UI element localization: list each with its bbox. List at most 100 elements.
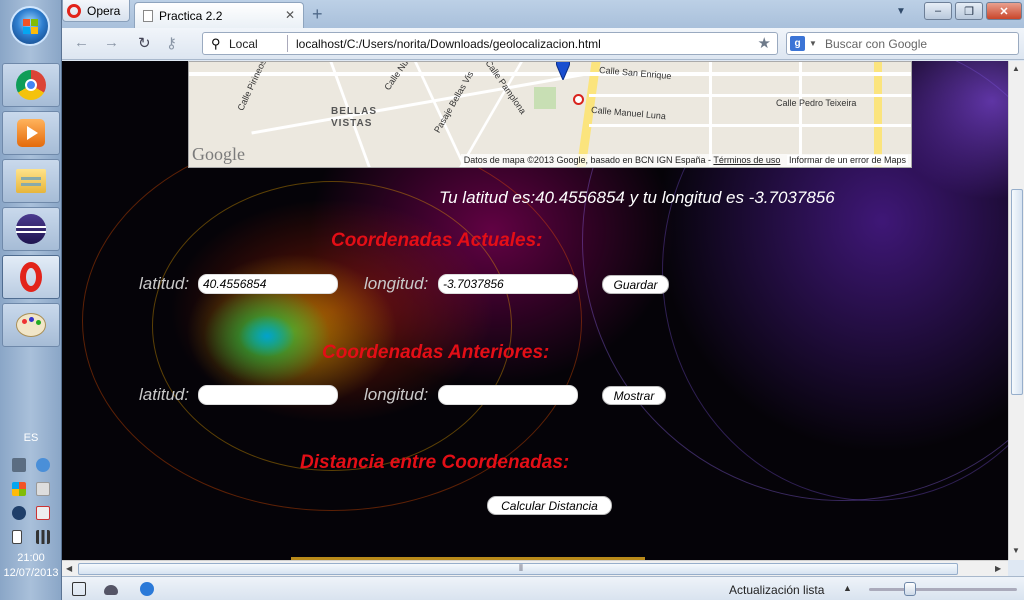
paint-palette-icon — [16, 313, 46, 337]
scroll-left-icon[interactable]: ◀ — [66, 564, 72, 573]
map-attribution-text: Datos de mapa ©2013 Google, basado en BC… — [463, 155, 714, 165]
restore-button[interactable]: ❐ — [955, 2, 983, 20]
vertical-scrollbar[interactable]: ▲ ▼ — [1008, 61, 1024, 560]
map-road — [799, 62, 802, 167]
map-location-marker-icon[interactable] — [556, 61, 570, 80]
network-icon[interactable] — [12, 458, 26, 472]
map-street-label: Pasaje Bellas Vis — [432, 69, 476, 135]
search-placeholder[interactable]: Buscar con Google — [825, 37, 927, 51]
location-pin-icon[interactable]: ⚲ — [211, 36, 221, 52]
clock-date: 12/07/2013 — [3, 567, 59, 579]
opera-menu-button[interactable]: Opera — [62, 0, 130, 22]
scroll-down-icon[interactable]: ▼ — [1012, 546, 1020, 555]
tab-list-chevron-icon[interactable]: ▼ — [896, 6, 906, 17]
google-logo: Google — [192, 144, 245, 164]
action-center-icon[interactable] — [12, 482, 26, 496]
url-text[interactable]: localhost/C:/Users/norita/Downloads/geol… — [296, 37, 601, 51]
metro-station-icon — [573, 94, 584, 105]
map-road — [589, 94, 911, 97]
map-street-label: Calle Nu — [382, 61, 411, 93]
map-road — [589, 124, 911, 127]
flag-alert-icon[interactable] — [36, 506, 50, 520]
save-button[interactable]: Guardar — [602, 275, 669, 294]
media-player-icon — [17, 119, 45, 147]
map-report-link[interactable]: Informar de un error de Maps — [786, 155, 908, 165]
previous-coordinates-title: Coordenadas Anteriores: — [322, 342, 550, 363]
taskbar-paint[interactable] — [2, 303, 60, 347]
map-street-label: Calle San Enrique — [598, 64, 672, 82]
tab-bar: Opera Practica 2.2 ✕ + ▼ ‒ ❐ ✕ — [62, 0, 1024, 28]
windows-taskbar: ES 21:00 12/07/2013 — [0, 0, 62, 600]
address-scope-label[interactable]: Local — [229, 37, 258, 51]
search-engine-dropdown-icon[interactable]: ▼ — [809, 39, 817, 48]
map-park — [534, 87, 556, 109]
taskbar-file-explorer[interactable] — [2, 159, 60, 203]
start-button[interactable] — [10, 6, 50, 46]
scroll-up-icon[interactable]: ▲ — [1012, 64, 1020, 73]
taskbar-chrome[interactable] — [2, 63, 60, 107]
status-bar: Actualización lista ▲ — [62, 576, 1024, 600]
tab-practica[interactable]: Practica 2.2 ✕ — [134, 2, 304, 28]
google-search-icon[interactable]: g — [790, 36, 805, 51]
previous-longitude-input[interactable] — [438, 385, 578, 405]
page-icon — [143, 9, 153, 22]
taskbar-eclipse[interactable] — [2, 207, 60, 251]
opera-logo-icon — [67, 3, 81, 18]
vertical-scroll-thumb[interactable] — [1011, 189, 1023, 395]
clock[interactable]: 21:00 12/07/2013 — [0, 551, 62, 581]
opera-menu-label: Opera — [87, 3, 121, 18]
zoom-slider-handle[interactable] — [904, 582, 916, 596]
opera-window: Opera Practica 2.2 ✕ + ▼ ‒ ❐ ✕ ← → ↻ ⚷ ⚲… — [62, 0, 1024, 600]
opera-unite-cloud-icon[interactable] — [104, 585, 118, 595]
eclipse-icon — [16, 214, 46, 244]
scroll-grip-icon: ⦀ — [519, 563, 523, 573]
calculate-distance-button[interactable]: Calcular Distancia — [487, 496, 612, 515]
zoom-slider-track[interactable] — [869, 588, 1017, 591]
previous-latitude-label: latitud: — [139, 385, 190, 404]
volume-muted-icon[interactable] — [36, 482, 50, 496]
show-button[interactable]: Mostrar — [602, 386, 666, 405]
current-latitude-input[interactable] — [198, 274, 338, 294]
distance-title: Distancia entre Coordenadas: — [300, 452, 570, 473]
address-bar[interactable]: ⚲ Local localhost/C:/Users/norita/Downlo… — [202, 32, 778, 55]
horizontal-scroll-thumb[interactable]: ⦀ — [78, 563, 958, 575]
new-tab-button[interactable]: + — [312, 4, 323, 25]
opera-icon — [20, 262, 42, 292]
battery-icon[interactable] — [12, 530, 22, 544]
bookmark-star-icon[interactable]: ★ — [758, 34, 771, 52]
reload-icon[interactable]: ↻ — [138, 34, 151, 52]
map-district-label: BELLAS VISTAS — [331, 106, 377, 129]
tab-close-icon[interactable]: ✕ — [285, 8, 295, 22]
taskbar-opera[interactable] — [2, 255, 60, 299]
map-terms-link[interactable]: Términos de uso — [713, 155, 780, 165]
previous-latitude-input[interactable] — [198, 385, 338, 405]
forward-arrow-icon[interactable]: → — [104, 34, 119, 51]
google-map[interactable]: Calle Pirineos Calle Nu Pasaje Bellas Vi… — [188, 61, 912, 168]
scroll-right-icon[interactable]: ▶ — [995, 564, 1001, 573]
panel-toggle-icon[interactable] — [72, 582, 86, 596]
close-window-button[interactable]: ✕ — [986, 2, 1022, 20]
page-viewport: Calle Pirineos Calle Nu Pasaje Bellas Vi… — [62, 61, 1008, 560]
map-street-label: Calle Pirineos — [235, 61, 269, 113]
signal-icon[interactable] — [36, 530, 50, 544]
ccleaner-icon[interactable] — [12, 506, 26, 520]
taskbar-media-player[interactable] — [2, 111, 60, 155]
current-longitude-label: longitud: — [364, 274, 429, 293]
background-swirl — [152, 181, 512, 471]
map-street-label: Calle Pedro Teixeira — [776, 98, 857, 108]
current-longitude-input[interactable] — [438, 274, 578, 294]
windows-logo-icon — [23, 19, 39, 35]
security-icon[interactable] — [36, 458, 50, 472]
key-icon[interactable]: ⚷ — [166, 34, 177, 52]
previous-longitude-label: longitud: — [364, 385, 429, 404]
language-indicator[interactable]: ES — [0, 432, 62, 444]
back-arrow-icon[interactable]: ← — [74, 34, 89, 51]
turbo-speedometer-icon[interactable] — [140, 582, 154, 596]
map-street-label: Calle Manuel Luna — [590, 104, 667, 122]
clock-time: 21:00 — [17, 552, 45, 564]
horizontal-scrollbar[interactable]: ◀ ⦀ ▶ — [62, 560, 1008, 576]
minimize-button[interactable]: ‒ — [924, 2, 952, 20]
status-expand-icon[interactable]: ▲ — [843, 583, 852, 593]
map-road — [189, 72, 911, 76]
search-box[interactable]: g ▼ Buscar con Google — [786, 32, 1019, 55]
